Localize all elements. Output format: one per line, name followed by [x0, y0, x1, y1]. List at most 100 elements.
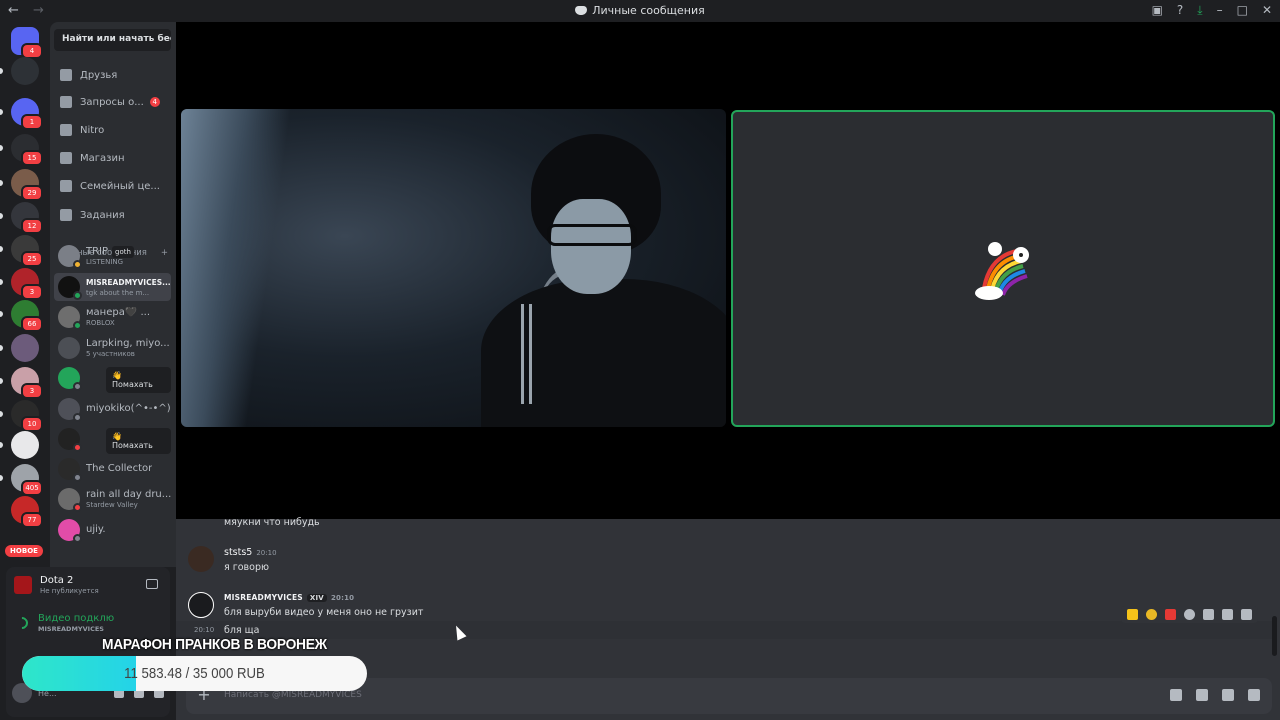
server-badge: 77	[21, 512, 43, 528]
minimize-button[interactable]: –	[1217, 3, 1223, 18]
message-author[interactable]: MISREADMYVICES	[224, 593, 303, 602]
server-badge: 3	[21, 383, 43, 399]
message-text: я говорю	[224, 562, 269, 573]
nav-item[interactable]: Задания	[54, 202, 171, 228]
server-icon[interactable]: 405	[11, 464, 43, 496]
help-icon[interactable]: ?	[1177, 3, 1183, 18]
dm-subtext: 5 участников	[86, 349, 135, 358]
inbox-icon[interactable]: ▣	[1152, 3, 1163, 18]
signal-icon	[13, 614, 31, 632]
dm-sidebar: Найти или начать бес... Друзья Запросы о.…	[50, 22, 176, 567]
donation-title: МАРАФОН ПРАНКОВ В ВОРОНЕЖ	[102, 636, 327, 653]
maximize-button[interactable]: □	[1237, 3, 1248, 18]
close-button[interactable]: ✕	[1262, 3, 1272, 18]
window-title: Личные сообщения	[0, 4, 1280, 17]
server-icon[interactable]: 29	[11, 169, 43, 201]
dm-subtext: LISTENING	[86, 257, 124, 266]
status-indicator	[73, 534, 82, 543]
server-icon[interactable]: 12	[11, 202, 43, 234]
dm-item[interactable]: манера🖤 ... ROBLOX	[54, 303, 171, 331]
sticker-icon[interactable]	[1222, 689, 1234, 701]
message-timestamp: 20:10	[330, 594, 355, 602]
server-icon[interactable]: 77	[11, 496, 43, 528]
nav-item[interactable]: Nitro	[54, 117, 171, 143]
message-text: бля выруби видео у меня оно не грузит	[224, 607, 424, 618]
nav-item[interactable]: Семейный це...	[54, 173, 171, 199]
download-icon[interactable]: ⤓	[1197, 3, 1202, 18]
thumbs-down-icon[interactable]	[1127, 609, 1138, 620]
avatar	[58, 519, 82, 543]
server-icon[interactable]: 1	[11, 98, 43, 130]
dm-item[interactable]: TRIP goth LISTENING	[54, 242, 171, 270]
dm-item[interactable]: 👋 Помахать	[54, 425, 171, 454]
dm-text: miyokiko(^•-•^)...	[86, 403, 171, 415]
server-badge: 1	[21, 114, 43, 130]
server-icon[interactable]: 25	[11, 235, 43, 267]
forward-icon[interactable]	[1222, 609, 1233, 620]
dm-item[interactable]: rain all day dru... Stardew Valley	[54, 485, 171, 513]
avatar	[58, 428, 82, 452]
reaction-icon[interactable]	[1146, 609, 1157, 620]
nav-item-label: Задания	[80, 209, 125, 221]
person-body	[481, 279, 726, 427]
gif-icon[interactable]	[1196, 689, 1208, 701]
dm-item[interactable]: 👋 Помахать	[54, 364, 171, 393]
status-indicator	[73, 473, 82, 482]
nav-item-label: Магазин	[80, 152, 125, 164]
avatar[interactable]	[188, 546, 214, 572]
status-indicator	[73, 503, 82, 512]
unread-pill	[0, 246, 3, 252]
server-icon[interactable]	[11, 57, 39, 85]
server-icon[interactable]: 10	[11, 400, 43, 432]
scrollbar[interactable]	[1272, 616, 1277, 656]
gift-icon[interactable]	[1170, 689, 1182, 701]
unread-pill	[0, 411, 3, 417]
server-icon[interactable]: 3	[11, 268, 43, 300]
rainbow-avatar-icon	[975, 242, 1029, 300]
nav-item[interactable]: Друзья	[54, 62, 171, 88]
jacket-stripe	[521, 304, 524, 404]
avatar	[58, 306, 82, 330]
message-timestamp: 20:10	[256, 549, 277, 557]
server-badge: 25	[21, 251, 43, 267]
search-input[interactable]: Найти или начать бес...	[54, 29, 171, 51]
unread-pill	[0, 68, 3, 74]
dm-item[interactable]: The Collector	[54, 455, 171, 483]
screen-share-icon[interactable]	[146, 579, 158, 589]
reply-icon[interactable]	[1203, 609, 1214, 620]
dm-item[interactable]: miyokiko(^•-•^)...	[54, 395, 171, 423]
emoji-icon[interactable]	[1248, 689, 1260, 701]
nav-item[interactable]: Запросы о... 4	[54, 89, 171, 115]
wave-button[interactable]: 👋 Помахать	[106, 367, 171, 393]
dm-item[interactable]: Larpking, miyo... 5 участников	[54, 334, 171, 362]
dm-name: rain all day dru...	[86, 488, 171, 500]
server-icon[interactable]	[11, 334, 39, 362]
dm-text: MISREADMYVICES... tgk about the m...	[86, 277, 171, 298]
shop-icon	[60, 152, 72, 164]
server-badge: 10	[21, 416, 43, 432]
server-icon[interactable]: 66	[11, 300, 43, 332]
home-server-icon[interactable]: 4	[11, 27, 43, 59]
more-icon[interactable]	[1241, 609, 1252, 620]
dm-text: TRIP goth LISTENING	[86, 245, 134, 267]
unread-pill	[0, 442, 3, 448]
add-reaction-icon[interactable]	[1184, 609, 1195, 620]
video-tile-avatar[interactable]	[731, 110, 1275, 427]
server-icon[interactable]: 3	[11, 367, 43, 399]
composer-input[interactable]: Написать @MISREADMYVICES	[224, 690, 362, 700]
message-timestamp: 20:10	[194, 626, 215, 634]
server-icon[interactable]	[11, 431, 39, 459]
server-icon[interactable]: 15	[11, 134, 43, 166]
dm-name: манера🖤 ...	[86, 306, 151, 318]
nav-item-label: Запросы о...	[80, 96, 144, 108]
message-toolbar	[1121, 606, 1258, 623]
video-tile-camera[interactable]	[181, 109, 726, 427]
dm-item[interactable]: MISREADMYVICES... tgk about the m...	[54, 273, 171, 301]
message-author[interactable]: ststs5	[224, 547, 252, 558]
dm-text: The Collector	[86, 463, 152, 475]
avatar[interactable]	[188, 592, 214, 618]
hundred-icon[interactable]	[1165, 609, 1176, 620]
nav-item[interactable]: Магазин	[54, 145, 171, 171]
dm-item[interactable]: ujiy.	[54, 516, 171, 544]
wave-button[interactable]: 👋 Помахать	[106, 428, 171, 454]
